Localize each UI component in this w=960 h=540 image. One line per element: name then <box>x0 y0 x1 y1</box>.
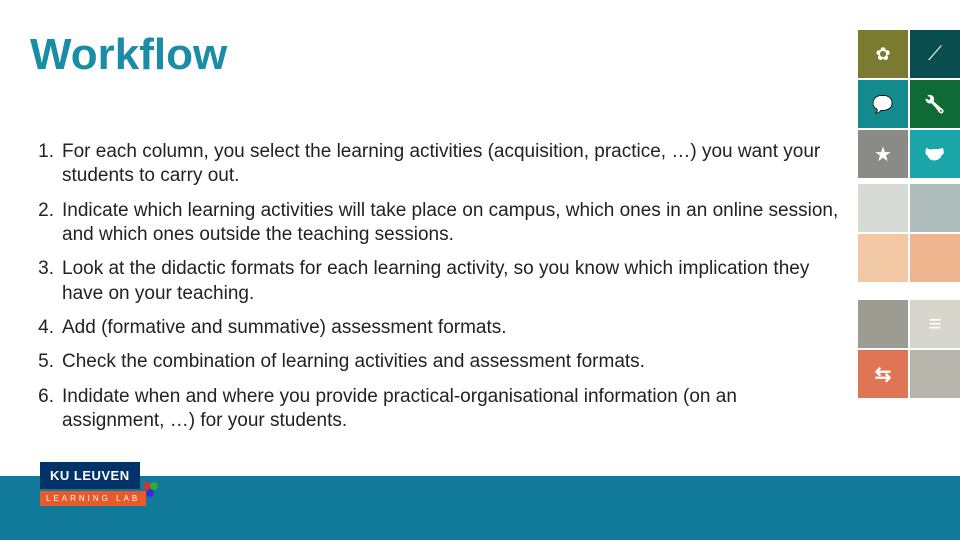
list-number: 1. <box>32 140 62 189</box>
wrench-icon <box>910 80 960 128</box>
ku-leuven-logo: KU LEUVEN LEARNING LAB <box>40 462 146 506</box>
menu-lines-icon <box>910 300 960 348</box>
faded-tile <box>858 234 908 282</box>
list-number: 5. <box>32 350 62 374</box>
list-item: 1.For each column, you select the learni… <box>32 140 842 189</box>
list-number: 3. <box>32 257 62 306</box>
list-number: 6. <box>32 385 62 434</box>
list-number: 4. <box>32 316 62 340</box>
list-text: Indicate which learning activities will … <box>62 199 842 248</box>
list-text: Check the combination of learning activi… <box>62 350 842 374</box>
list-item: 4.Add (formative and summative) assessme… <box>32 316 842 340</box>
faded-tile <box>910 184 960 232</box>
brand-bottom-text: LEARNING LAB <box>40 491 146 506</box>
list-text: Indidate when and where you provide prac… <box>62 385 842 434</box>
list-text: Look at the didactic formats for each le… <box>62 257 842 306</box>
list-text: For each column, you select the learning… <box>62 140 842 189</box>
grid-tile <box>910 350 960 398</box>
slide: Workflow 1.For each column, you select t… <box>0 0 960 540</box>
list-number: 2. <box>32 199 62 248</box>
star-icon <box>858 130 908 178</box>
slide-title: Workflow <box>30 30 227 80</box>
workflow-list: 1.For each column, you select the learni… <box>32 140 842 443</box>
rgb-dots-icon <box>140 482 160 502</box>
footer-bar: KU LEUVEN LEARNING LAB <box>0 476 960 540</box>
list-item: 2.Indicate which learning activities wil… <box>32 199 842 248</box>
icon-grid-top <box>858 30 960 178</box>
list-text: Add (formative and summative) assessment… <box>62 316 842 340</box>
screwdriver-icon <box>910 30 960 78</box>
leaf-icon <box>858 30 908 78</box>
icon-grid-bottom <box>858 300 960 398</box>
brand-top-text: KU LEUVEN <box>40 462 140 489</box>
chat-icon <box>858 80 908 128</box>
faded-tile <box>858 184 908 232</box>
handshake-icon <box>910 130 960 178</box>
list-item: 3.Look at the didactic formats for each … <box>32 257 842 306</box>
signpost-icon <box>858 350 908 398</box>
list-item: 6.Indidate when and where you provide pr… <box>32 385 842 434</box>
list-item: 5.Check the combination of learning acti… <box>32 350 842 374</box>
faded-tile <box>910 234 960 282</box>
grid-tile <box>858 300 908 348</box>
icon-grid-middle <box>858 184 960 282</box>
